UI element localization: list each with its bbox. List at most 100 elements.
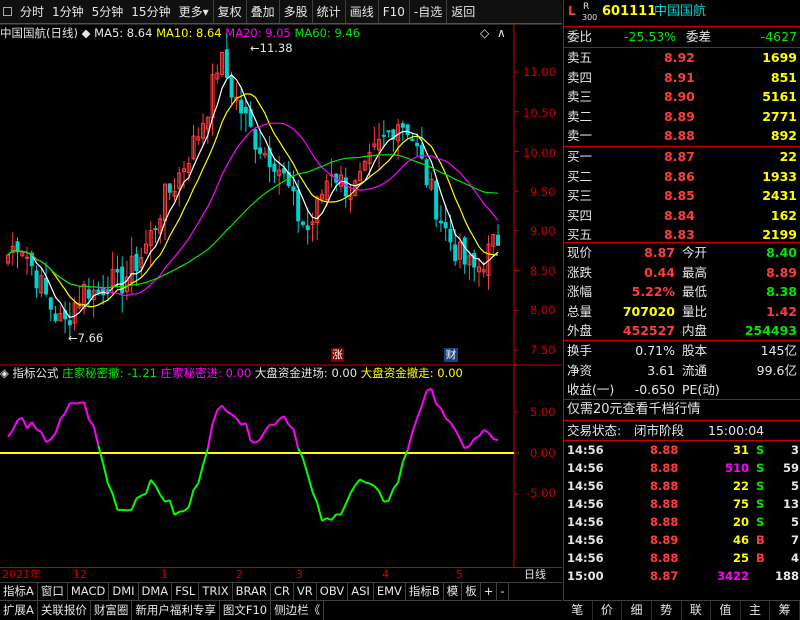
checkbox-icon[interactable]: [3, 7, 12, 16]
tick-row: 14:56 8.89 46 B 7: [564, 531, 800, 549]
indicator-tab[interactable]: +: [481, 583, 498, 600]
indicator-tab[interactable]: CR: [271, 583, 294, 600]
indicator-tab[interactable]: MACD: [68, 583, 110, 600]
chevron-down-icon: ▾: [202, 4, 209, 19]
stat-label: 外盘: [567, 323, 593, 338]
x-label: 5: [456, 568, 463, 581]
kline-chart[interactable]: [0, 24, 562, 567]
tick-count: 7: [790, 533, 799, 547]
overlay-button[interactable]: 叠加: [245, 0, 279, 23]
candle-body: [67, 320, 72, 326]
period-intraday-tab[interactable]: 分时: [16, 0, 48, 23]
extension-tab[interactable]: 财富圈: [91, 601, 133, 620]
candle-body: [153, 228, 158, 231]
indicator-tab[interactable]: 板: [462, 583, 481, 600]
book-price: 8.86: [664, 168, 695, 184]
extension-tab[interactable]: 扩展A: [0, 601, 38, 620]
candle-body: [134, 253, 139, 272]
side-tab[interactable]: 势: [652, 601, 682, 620]
sell-row: 卖五 8.92 1699: [564, 48, 800, 68]
side-tabs: 笔价细势联值主筹: [563, 600, 800, 620]
indicator-tab[interactable]: EMV: [374, 583, 406, 600]
book-price: 8.88: [664, 128, 695, 143]
tick-price: 8.88: [650, 479, 679, 493]
side-tab[interactable]: 值: [711, 601, 741, 620]
extension-tab[interactable]: 新用户福利专享: [132, 601, 220, 620]
side-tab[interactable]: 细: [622, 601, 652, 620]
oscillator-segment: [187, 489, 195, 508]
indicator-tab[interactable]: ASI: [348, 583, 374, 600]
ma10-line: [7, 93, 499, 308]
weicha-label: 委差: [686, 29, 712, 44]
indicator-tab[interactable]: VR: [294, 583, 317, 600]
watchlist-button[interactable]: -自选: [408, 0, 446, 23]
candle-body: [305, 225, 310, 231]
indicator-tab[interactable]: 指标A: [0, 583, 38, 600]
stat-row: 总量 707020 量比 1.42: [564, 302, 800, 322]
side-tab[interactable]: 主: [741, 601, 771, 620]
stat-value: -0.650: [634, 382, 675, 397]
stat-value: 707020: [622, 303, 675, 319]
tick-volume: 22: [732, 479, 749, 493]
book-price: 8.84: [664, 207, 695, 223]
extension-tab[interactable]: 图文F10: [220, 601, 272, 620]
indicator-tab[interactable]: DMI: [109, 583, 139, 600]
oscillator-segment: [88, 418, 95, 427]
indicator-settings-icon[interactable]: ◈: [0, 366, 9, 380]
indicator-line3-label: 大盘资金进场: 0.00: [254, 366, 358, 380]
indicator-tab[interactable]: TRIX: [199, 583, 233, 600]
tick-row: 14:56 8.88 25 B 4: [564, 549, 800, 567]
tick-price: 8.88: [650, 551, 679, 565]
candle-body: [224, 49, 229, 79]
oscillator-segment: [74, 401, 80, 405]
indicator-tab[interactable]: OBV: [317, 583, 349, 600]
book-volume: 892: [770, 128, 797, 143]
side-tab[interactable]: 价: [593, 601, 623, 620]
limit-up-badge[interactable]: 涨: [331, 348, 344, 362]
promo-row[interactable]: 仅需20元查看千档行情: [564, 400, 800, 420]
indicator-tab[interactable]: DMA: [139, 583, 173, 600]
financial-report-badge[interactable]: 财: [444, 348, 458, 362]
indicator-tab[interactable]: FSL: [172, 583, 200, 600]
period-5min-tab[interactable]: 5分钟: [88, 0, 128, 23]
oscillator-segment: [483, 429, 489, 434]
stat-value: 3.61: [647, 362, 675, 378]
candle-body: [253, 129, 258, 150]
candle-body: [44, 277, 49, 295]
indicator-name: 指标公式: [12, 366, 59, 380]
tag-l: L: [568, 4, 576, 18]
oscillator-segment: [149, 479, 157, 487]
candle-body: [472, 252, 477, 268]
side-tab[interactable]: 联: [682, 601, 712, 620]
stat-label: 最低: [682, 284, 708, 299]
period-1min-tab[interactable]: 1分钟: [48, 0, 88, 23]
side-tab[interactable]: 筹: [770, 601, 800, 620]
candle-body: [115, 268, 120, 273]
stats-button[interactable]: 统计: [311, 0, 345, 23]
oscillator-segment: [468, 438, 476, 447]
back-button[interactable]: 返回: [446, 0, 479, 23]
f10-button[interactable]: F10: [377, 0, 409, 23]
tick-side: S: [756, 443, 765, 457]
book-volume: 2771: [762, 108, 797, 124]
indicator-tab[interactable]: 模: [444, 583, 463, 600]
book-label: 卖四: [567, 69, 593, 85]
stat-row: 涨幅 5.22% 最低 8.38: [564, 282, 800, 302]
candle-body: [258, 147, 263, 154]
extension-tab[interactable]: 侧边栏《: [271, 601, 325, 620]
indicator-tab[interactable]: BRAR: [233, 583, 271, 600]
candle-body: [386, 130, 391, 133]
multi-stock-button[interactable]: 多股: [278, 0, 312, 23]
indicator-tab[interactable]: -: [497, 583, 509, 600]
book-price: 8.89: [664, 108, 695, 124]
adjust-button[interactable]: 复权: [212, 0, 246, 23]
draw-line-button[interactable]: 画线: [344, 0, 378, 23]
indicator-legend: ◈ 指标公式 庄家秘密撤: -1.21 庄家秘密进: 0.00 大盘资金进场: …: [0, 364, 463, 382]
indicator-tab[interactable]: 指标B: [406, 583, 444, 600]
y-tick: 10.50: [523, 106, 556, 120]
indicator-tab[interactable]: 窗口: [38, 583, 68, 600]
period-more-menu[interactable]: 更多▾: [175, 0, 213, 23]
side-tab[interactable]: 笔: [563, 601, 593, 620]
extension-tab[interactable]: 关联报价: [38, 601, 91, 620]
period-15min-tab[interactable]: 15分钟: [127, 0, 174, 23]
